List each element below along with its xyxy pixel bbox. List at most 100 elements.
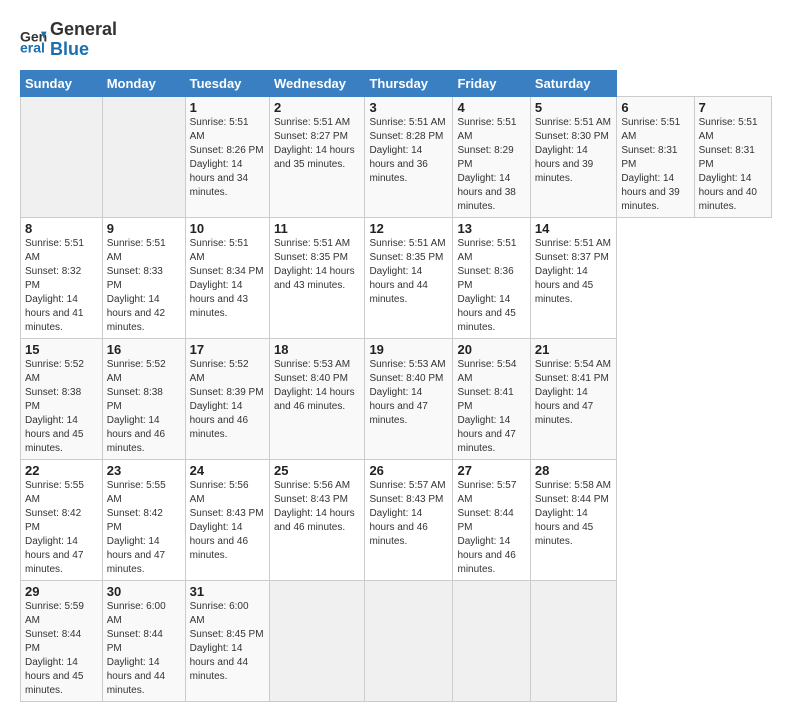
day-info: Sunrise: 5:52 AMSunset: 8:38 PMDaylight:… — [25, 358, 98, 456]
empty-day-cell — [21, 96, 103, 217]
header: Gen eral General Blue — [20, 16, 772, 60]
day-info: Sunrise: 5:55 AMSunset: 8:42 PMDaylight:… — [107, 479, 181, 577]
day-info: Sunrise: 5:59 AMSunset: 8:44 PMDaylight:… — [25, 600, 98, 698]
calendar-week-row: 29Sunrise: 5:59 AMSunset: 8:44 PMDayligh… — [21, 580, 772, 701]
day-info: Sunrise: 5:51 AMSunset: 8:29 PMDaylight:… — [457, 116, 525, 214]
day-number: 8 — [25, 221, 98, 236]
day-cell: 19Sunrise: 5:53 AMSunset: 8:40 PMDayligh… — [365, 338, 453, 459]
day-number: 11 — [274, 221, 360, 236]
calendar-header-row: SundayMondayTuesdayWednesdayThursdayFrid… — [21, 70, 772, 96]
day-cell: 23Sunrise: 5:55 AMSunset: 8:42 PMDayligh… — [102, 459, 185, 580]
day-info: Sunrise: 5:58 AMSunset: 8:44 PMDaylight:… — [535, 479, 612, 549]
day-info: Sunrise: 5:51 AMSunset: 8:37 PMDaylight:… — [535, 237, 612, 307]
day-cell: 12Sunrise: 5:51 AMSunset: 8:35 PMDayligh… — [365, 217, 453, 338]
day-info: Sunrise: 5:52 AMSunset: 8:39 PMDaylight:… — [190, 358, 265, 442]
day-number: 21 — [535, 342, 612, 357]
day-info: Sunrise: 5:51 AMSunset: 8:27 PMDaylight:… — [274, 116, 360, 172]
day-number: 15 — [25, 342, 98, 357]
day-cell: 10Sunrise: 5:51 AMSunset: 8:34 PMDayligh… — [185, 217, 269, 338]
day-info: Sunrise: 5:51 AMSunset: 8:34 PMDaylight:… — [190, 237, 265, 321]
day-number: 23 — [107, 463, 181, 478]
calendar-week-row: 22Sunrise: 5:55 AMSunset: 8:42 PMDayligh… — [21, 459, 772, 580]
day-info: Sunrise: 5:54 AMSunset: 8:41 PMDaylight:… — [535, 358, 612, 428]
day-info: Sunrise: 5:52 AMSunset: 8:38 PMDaylight:… — [107, 358, 181, 456]
day-number: 17 — [190, 342, 265, 357]
day-header-monday: Monday — [102, 70, 185, 96]
day-cell: 30Sunrise: 6:00 AMSunset: 8:44 PMDayligh… — [102, 580, 185, 701]
day-info: Sunrise: 5:54 AMSunset: 8:41 PMDaylight:… — [457, 358, 525, 456]
day-header-saturday: Saturday — [530, 70, 616, 96]
empty-day-cell — [365, 580, 453, 701]
day-number: 7 — [699, 100, 767, 115]
day-number: 27 — [457, 463, 525, 478]
day-info: Sunrise: 5:51 AMSunset: 8:28 PMDaylight:… — [369, 116, 448, 186]
day-cell: 1Sunrise: 5:51 AMSunset: 8:26 PMDaylight… — [185, 96, 269, 217]
day-number: 4 — [457, 100, 525, 115]
logo-icon: Gen eral — [20, 26, 48, 54]
day-number: 5 — [535, 100, 612, 115]
day-header-friday: Friday — [453, 70, 530, 96]
calendar-week-row: 8Sunrise: 5:51 AMSunset: 8:32 PMDaylight… — [21, 217, 772, 338]
day-header-wednesday: Wednesday — [269, 70, 364, 96]
day-number: 30 — [107, 584, 181, 599]
day-cell: 9Sunrise: 5:51 AMSunset: 8:33 PMDaylight… — [102, 217, 185, 338]
day-cell: 5Sunrise: 5:51 AMSunset: 8:30 PMDaylight… — [530, 96, 616, 217]
day-cell: 18Sunrise: 5:53 AMSunset: 8:40 PMDayligh… — [269, 338, 364, 459]
day-number: 26 — [369, 463, 448, 478]
day-number: 28 — [535, 463, 612, 478]
day-number: 25 — [274, 463, 360, 478]
day-header-sunday: Sunday — [21, 70, 103, 96]
day-info: Sunrise: 5:57 AMSunset: 8:44 PMDaylight:… — [457, 479, 525, 577]
day-info: Sunrise: 5:51 AMSunset: 8:26 PMDaylight:… — [190, 116, 265, 200]
day-number: 12 — [369, 221, 448, 236]
day-cell: 14Sunrise: 5:51 AMSunset: 8:37 PMDayligh… — [530, 217, 616, 338]
empty-day-cell — [453, 580, 530, 701]
day-number: 1 — [190, 100, 265, 115]
day-cell: 20Sunrise: 5:54 AMSunset: 8:41 PMDayligh… — [453, 338, 530, 459]
page: Gen eral General Blue SundayMondayTuesda… — [0, 0, 792, 712]
day-info: Sunrise: 5:57 AMSunset: 8:43 PMDaylight:… — [369, 479, 448, 549]
svg-text:eral: eral — [20, 39, 45, 53]
day-info: Sunrise: 5:55 AMSunset: 8:42 PMDaylight:… — [25, 479, 98, 577]
day-number: 22 — [25, 463, 98, 478]
day-number: 20 — [457, 342, 525, 357]
day-info: Sunrise: 5:53 AMSunset: 8:40 PMDaylight:… — [274, 358, 360, 414]
day-number: 10 — [190, 221, 265, 236]
day-number: 3 — [369, 100, 448, 115]
day-header-thursday: Thursday — [365, 70, 453, 96]
day-number: 29 — [25, 584, 98, 599]
day-info: Sunrise: 6:00 AMSunset: 8:45 PMDaylight:… — [190, 600, 265, 684]
day-number: 2 — [274, 100, 360, 115]
day-cell: 28Sunrise: 5:58 AMSunset: 8:44 PMDayligh… — [530, 459, 616, 580]
day-info: Sunrise: 5:51 AMSunset: 8:31 PMDaylight:… — [621, 116, 689, 214]
day-cell: 25Sunrise: 5:56 AMSunset: 8:43 PMDayligh… — [269, 459, 364, 580]
day-cell: 11Sunrise: 5:51 AMSunset: 8:35 PMDayligh… — [269, 217, 364, 338]
day-info: Sunrise: 5:53 AMSunset: 8:40 PMDaylight:… — [369, 358, 448, 428]
day-number: 19 — [369, 342, 448, 357]
day-cell: 17Sunrise: 5:52 AMSunset: 8:39 PMDayligh… — [185, 338, 269, 459]
day-number: 9 — [107, 221, 181, 236]
day-number: 24 — [190, 463, 265, 478]
day-cell: 22Sunrise: 5:55 AMSunset: 8:42 PMDayligh… — [21, 459, 103, 580]
logo: Gen eral General Blue — [20, 20, 117, 60]
calendar-week-row: 1Sunrise: 5:51 AMSunset: 8:26 PMDaylight… — [21, 96, 772, 217]
day-cell: 4Sunrise: 5:51 AMSunset: 8:29 PMDaylight… — [453, 96, 530, 217]
day-info: Sunrise: 5:51 AMSunset: 8:33 PMDaylight:… — [107, 237, 181, 335]
day-info: Sunrise: 5:51 AMSunset: 8:30 PMDaylight:… — [535, 116, 612, 186]
day-info: Sunrise: 5:56 AMSunset: 8:43 PMDaylight:… — [274, 479, 360, 535]
day-cell: 21Sunrise: 5:54 AMSunset: 8:41 PMDayligh… — [530, 338, 616, 459]
calendar-week-row: 15Sunrise: 5:52 AMSunset: 8:38 PMDayligh… — [21, 338, 772, 459]
day-info: Sunrise: 5:51 AMSunset: 8:31 PMDaylight:… — [699, 116, 767, 214]
day-cell: 15Sunrise: 5:52 AMSunset: 8:38 PMDayligh… — [21, 338, 103, 459]
day-cell: 16Sunrise: 5:52 AMSunset: 8:38 PMDayligh… — [102, 338, 185, 459]
empty-day-cell — [102, 96, 185, 217]
logo-text: General Blue — [50, 20, 117, 60]
day-cell: 13Sunrise: 5:51 AMSunset: 8:36 PMDayligh… — [453, 217, 530, 338]
day-info: Sunrise: 5:51 AMSunset: 8:35 PMDaylight:… — [274, 237, 360, 293]
day-info: Sunrise: 5:51 AMSunset: 8:35 PMDaylight:… — [369, 237, 448, 307]
day-cell: 24Sunrise: 5:56 AMSunset: 8:43 PMDayligh… — [185, 459, 269, 580]
calendar-table: SundayMondayTuesdayWednesdayThursdayFrid… — [20, 70, 772, 702]
day-cell: 7Sunrise: 5:51 AMSunset: 8:31 PMDaylight… — [694, 96, 771, 217]
day-cell: 8Sunrise: 5:51 AMSunset: 8:32 PMDaylight… — [21, 217, 103, 338]
day-cell: 29Sunrise: 5:59 AMSunset: 8:44 PMDayligh… — [21, 580, 103, 701]
